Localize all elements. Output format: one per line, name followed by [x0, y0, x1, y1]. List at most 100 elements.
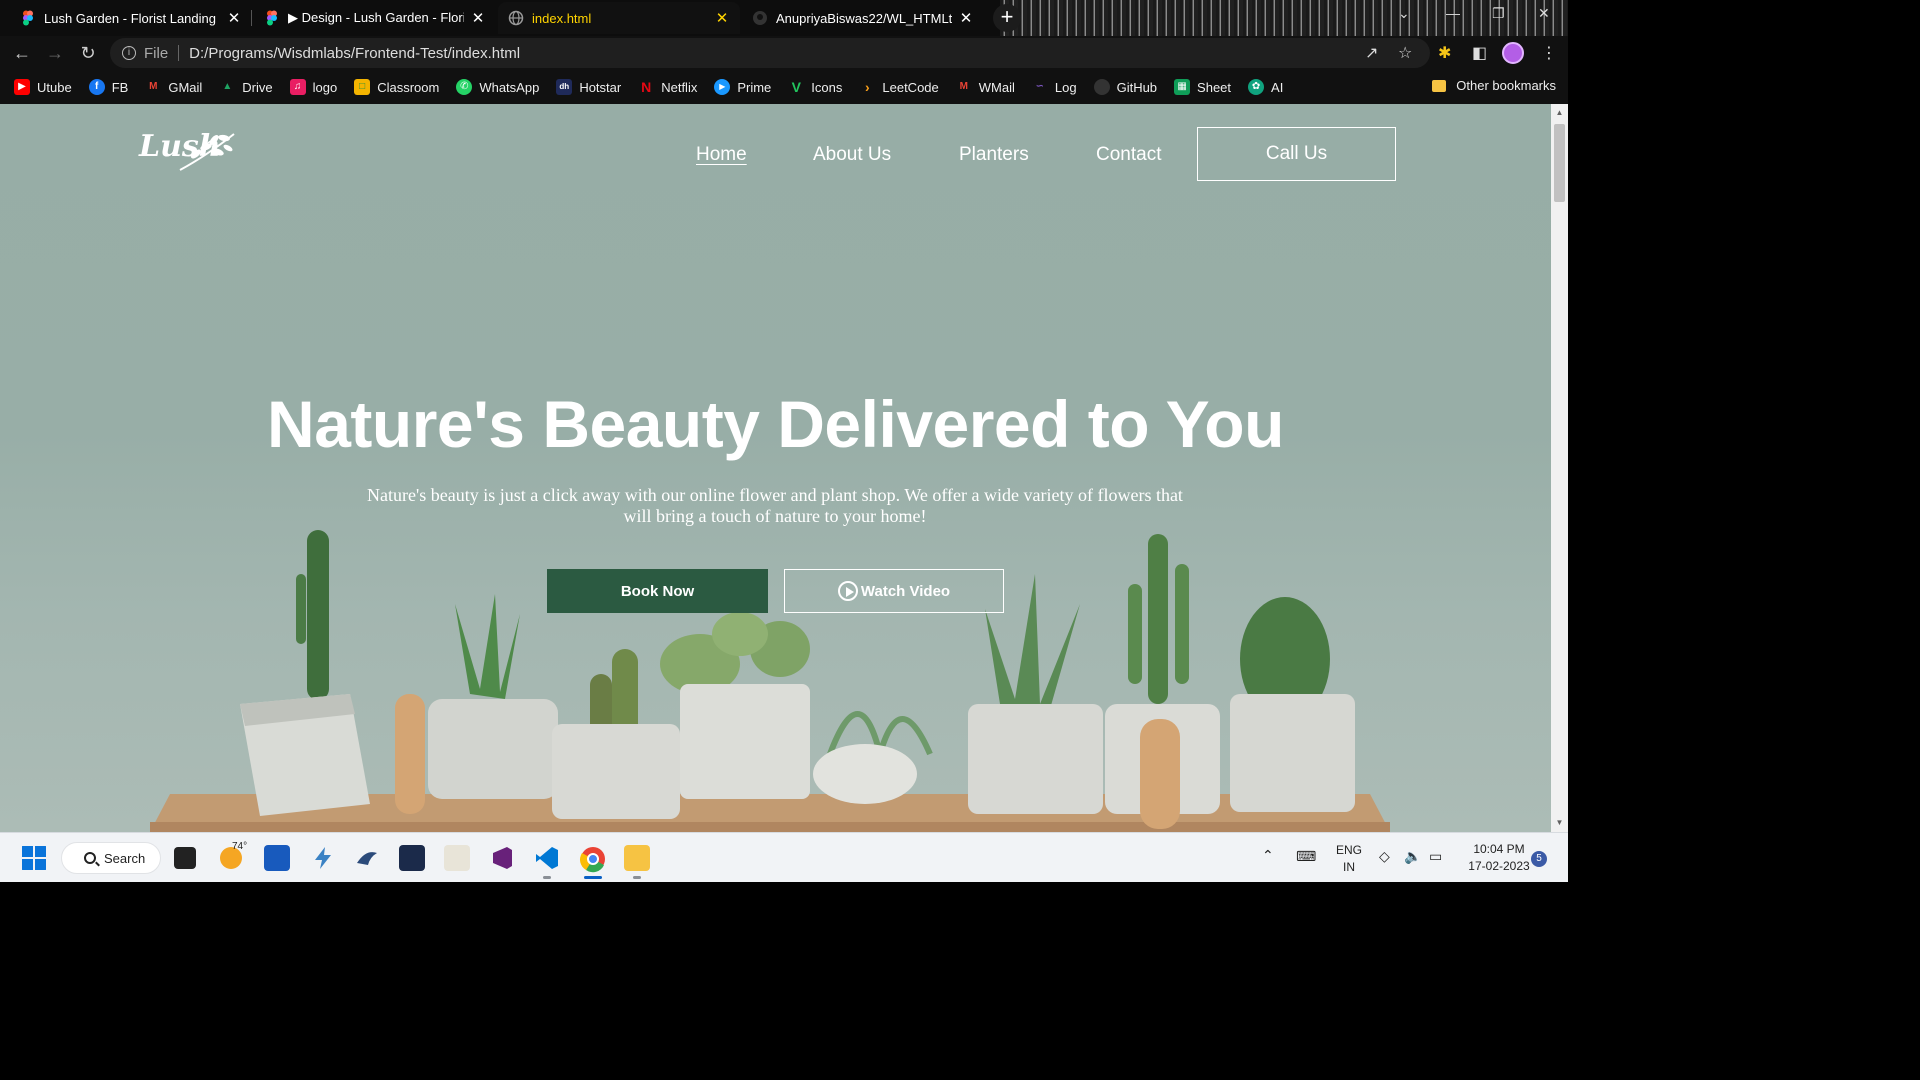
- minimize-icon[interactable]: —: [1446, 5, 1460, 21]
- running-indicator: [633, 876, 641, 879]
- search-label: Search: [104, 850, 146, 866]
- log-icon: ∽: [1035, 81, 1045, 92]
- tray-chevron-up-icon[interactable]: ⌃: [1262, 847, 1274, 864]
- bookmark-github[interactable]: GitHub: [1093, 79, 1157, 95]
- tab-lush-garden-figma[interactable]: Lush Garden - Florist Landing Pa ✕: [10, 2, 252, 34]
- tab-close-icon[interactable]: ✕: [470, 9, 486, 27]
- lightning-app-icon[interactable]: [310, 845, 336, 871]
- bookmark-whatsapp[interactable]: ✆ WhatsApp: [456, 79, 539, 95]
- bookmark-star-icon[interactable]: ☆: [1398, 43, 1412, 63]
- chrome-icon[interactable]: [579, 845, 605, 873]
- bookmark-utube[interactable]: ▶ Utube: [14, 79, 72, 95]
- bookmark-log[interactable]: ∽ Log: [1032, 79, 1077, 95]
- vscode-icon[interactable]: [534, 845, 560, 871]
- reload-icon[interactable]: ↻: [77, 42, 99, 64]
- nav-home[interactable]: Home: [696, 144, 747, 166]
- bookmark-label: Utube: [37, 79, 72, 95]
- bookmark-label: Classroom: [377, 79, 440, 95]
- tab-title: Lush Garden - Florist Landing Pa: [44, 10, 220, 26]
- other-bookmarks[interactable]: Other bookmarks: [1432, 78, 1556, 93]
- url-text[interactable]: D:/Programs/Wisdmlabs/Frontend-Test/inde…: [189, 45, 520, 62]
- book-now-button[interactable]: Book Now: [547, 569, 768, 613]
- file-explorer-icon[interactable]: [624, 845, 650, 871]
- taskbar-clock[interactable]: 10:04 PM 17-02-2023: [1456, 841, 1542, 875]
- word-icon[interactable]: [264, 845, 290, 871]
- scroll-down-icon[interactable]: ▼: [1551, 818, 1568, 827]
- address-bar[interactable]: i File D:/Programs/Wisdmlabs/Frontend-Te…: [110, 38, 1430, 68]
- volume-icon[interactable]: 🔈: [1404, 848, 1421, 865]
- running-indicator: [543, 876, 551, 879]
- bookmark-label: Icons: [811, 79, 843, 95]
- scheme-label: File: [144, 44, 169, 62]
- devcpp-icon[interactable]: [399, 845, 425, 871]
- nav-about-us[interactable]: About Us: [813, 144, 891, 166]
- folder-icon: [1432, 79, 1447, 92]
- tab-title: index.html: [532, 10, 592, 26]
- nav-contact[interactable]: Contact: [1096, 144, 1161, 166]
- notification-badge[interactable]: 5: [1531, 851, 1547, 867]
- python-icon[interactable]: [444, 845, 470, 871]
- new-tab-button[interactable]: +: [993, 4, 1021, 32]
- language-line1: ENG: [1336, 843, 1363, 857]
- bookmark-icons[interactable]: V Icons: [788, 79, 843, 95]
- bookmark-prime[interactable]: ▶ Prime: [714, 79, 771, 95]
- tab-title: ▶ Design - Lush Garden - Florist: [288, 10, 464, 25]
- forward-arrow-icon[interactable]: →: [44, 42, 66, 64]
- hotstar-icon: dh: [556, 79, 573, 95]
- tab-close-icon[interactable]: ✕: [958, 9, 974, 27]
- keyboard-icon[interactable]: ⌨: [1296, 848, 1316, 865]
- tab-strip: Lush Garden - Florist Landing Pa ✕ ▶ Des…: [0, 0, 1568, 36]
- bookmark-label: FB: [111, 79, 129, 95]
- restore-icon[interactable]: ❐: [1492, 5, 1505, 22]
- leetcode-icon: ›: [865, 79, 870, 95]
- bookmark-label: Hotstar: [579, 79, 622, 95]
- extensions-icon[interactable]: ✱: [1438, 43, 1451, 63]
- side-panel-icon[interactable]: ◧: [1472, 43, 1487, 63]
- other-bookmarks-label: Other bookmarks: [1456, 78, 1556, 93]
- info-icon[interactable]: i: [122, 46, 136, 60]
- tab-close-icon[interactable]: ✕: [714, 9, 730, 27]
- battery-icon[interactable]: ▭: [1429, 848, 1442, 865]
- bird-app-icon[interactable]: [354, 845, 380, 871]
- bookmark-netflix[interactable]: N Netflix: [638, 79, 697, 95]
- back-arrow-icon[interactable]: ←: [11, 42, 33, 64]
- tab-close-icon[interactable]: ✕: [226, 9, 242, 27]
- tab-github-repo[interactable]: AnupriyaBiswas22/WL_HTMLtest ✕: [742, 2, 984, 34]
- scroll-up-icon[interactable]: ▲: [1551, 108, 1568, 117]
- bookmark-classroom[interactable]: □ Classroom: [354, 79, 439, 95]
- tab-design-figma[interactable]: ▶ Design - Lush Garden - Florist ✕: [254, 2, 496, 34]
- bookmark-gmail[interactable]: M GMail: [145, 79, 202, 95]
- bookmark-leetcode[interactable]: › LeetCode: [859, 79, 939, 95]
- share-icon[interactable]: ↗: [1365, 43, 1378, 63]
- menu-kebab-icon[interactable]: ⋮: [1541, 43, 1557, 63]
- bookmark-ai[interactable]: ✿ AI: [1248, 79, 1283, 95]
- tab-search-chevron-icon[interactable]: ⌄: [1398, 5, 1410, 22]
- nav-planters[interactable]: Planters: [959, 144, 1029, 166]
- bookmark-drive[interactable]: ▲ Drive: [219, 79, 272, 95]
- profile-avatar[interactable]: [1502, 42, 1524, 64]
- page-scrollbar[interactable]: ▲ ▼: [1551, 104, 1568, 832]
- window-close-icon[interactable]: ✕: [1538, 5, 1550, 22]
- watch-video-button[interactable]: Watch Video: [784, 569, 1004, 613]
- wifi-icon[interactable]: ◇: [1379, 848, 1390, 865]
- watch-video-label: Watch Video: [860, 582, 951, 600]
- task-view-icon[interactable]: [174, 847, 196, 869]
- visual-studio-icon[interactable]: [489, 845, 515, 871]
- call-us-button[interactable]: Call Us: [1197, 127, 1396, 181]
- bookmark-wmail[interactable]: M WMail: [956, 79, 1015, 95]
- language-indicator[interactable]: ENG IN: [1336, 842, 1362, 876]
- sheets-icon: ▦: [1174, 79, 1191, 95]
- hero-title: Nature's Beauty Delivered to You: [267, 387, 1284, 461]
- bookmark-hotstar[interactable]: dh Hotstar: [556, 79, 621, 95]
- title-bar-wallpaper: [1000, 0, 1568, 36]
- bookmark-sheet[interactable]: ▦ Sheet: [1174, 79, 1231, 95]
- tab-index-html[interactable]: index.html ✕: [498, 2, 740, 34]
- scrollbar-thumb[interactable]: [1554, 124, 1565, 202]
- windows-start-icon[interactable]: [21, 845, 47, 871]
- openai-icon: ✿: [1248, 79, 1265, 95]
- whatsapp-icon: ✆: [456, 79, 473, 95]
- bookmark-fb[interactable]: f FB: [88, 79, 129, 95]
- taskbar-search[interactable]: Search: [61, 842, 161, 874]
- bookmark-logo[interactable]: ♫ logo: [289, 79, 337, 95]
- bookmark-label: GMail: [168, 79, 203, 95]
